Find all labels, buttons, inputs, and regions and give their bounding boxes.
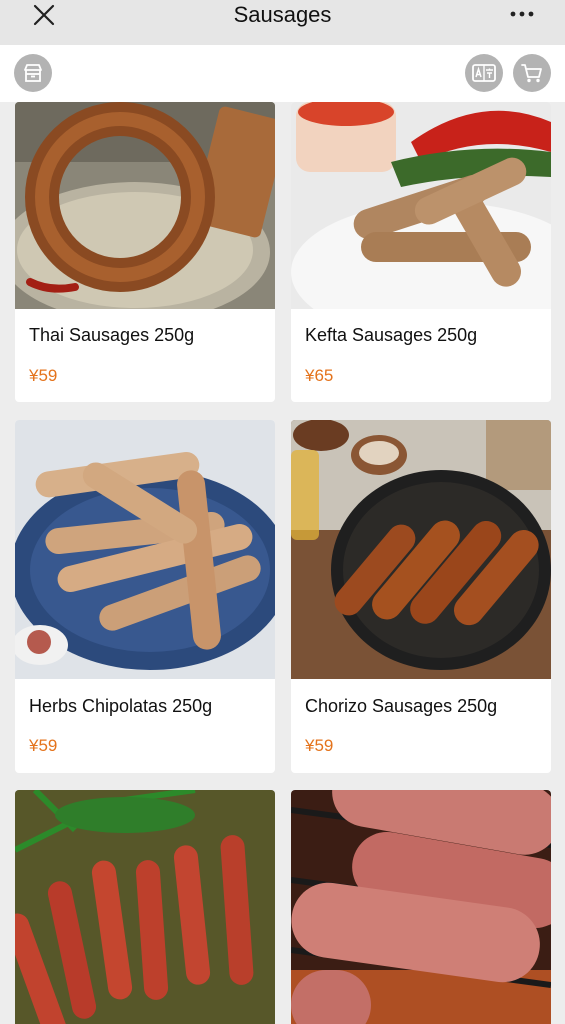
store-icon [24, 64, 42, 82]
product-image [291, 420, 551, 679]
product-image [15, 790, 275, 1024]
product-card[interactable]: Thai Sausages 250g ¥59 [15, 102, 275, 402]
product-card[interactable] [15, 790, 275, 1024]
product-name: Kefta Sausages 250g [305, 325, 478, 345]
product-card[interactable] [291, 790, 551, 1024]
navigation-bar: Sausages [0, 0, 565, 45]
product-card[interactable]: Kefta Sausages 250g ¥65 [291, 102, 551, 402]
product-price: ¥65 [305, 366, 334, 385]
more-dots-icon[interactable] [507, 4, 537, 24]
product-image [291, 790, 551, 1024]
product-price: ¥59 [29, 366, 58, 385]
product-card[interactable]: Chorizo Sausages 250g ¥59 [291, 420, 551, 773]
product-card[interactable]: Herbs Chipolatas 250g ¥59 [15, 420, 275, 773]
cart-button[interactable] [513, 54, 551, 92]
translate-button[interactable] [465, 54, 503, 92]
product-name: Chorizo Sausages 250g [305, 696, 498, 716]
toolbar [0, 45, 565, 102]
store-button[interactable] [14, 54, 52, 92]
product-image [15, 420, 275, 679]
product-price: ¥59 [305, 736, 334, 755]
product-name: Herbs Chipolatas 250g [29, 696, 213, 716]
product-image [291, 102, 551, 309]
translate-icon [472, 64, 496, 82]
product-price: ¥59 [29, 736, 58, 755]
page-title: Sausages [233, 2, 332, 27]
product-image [15, 102, 275, 309]
cart-icon [521, 64, 542, 83]
product-name: Thai Sausages 250g [29, 325, 195, 345]
